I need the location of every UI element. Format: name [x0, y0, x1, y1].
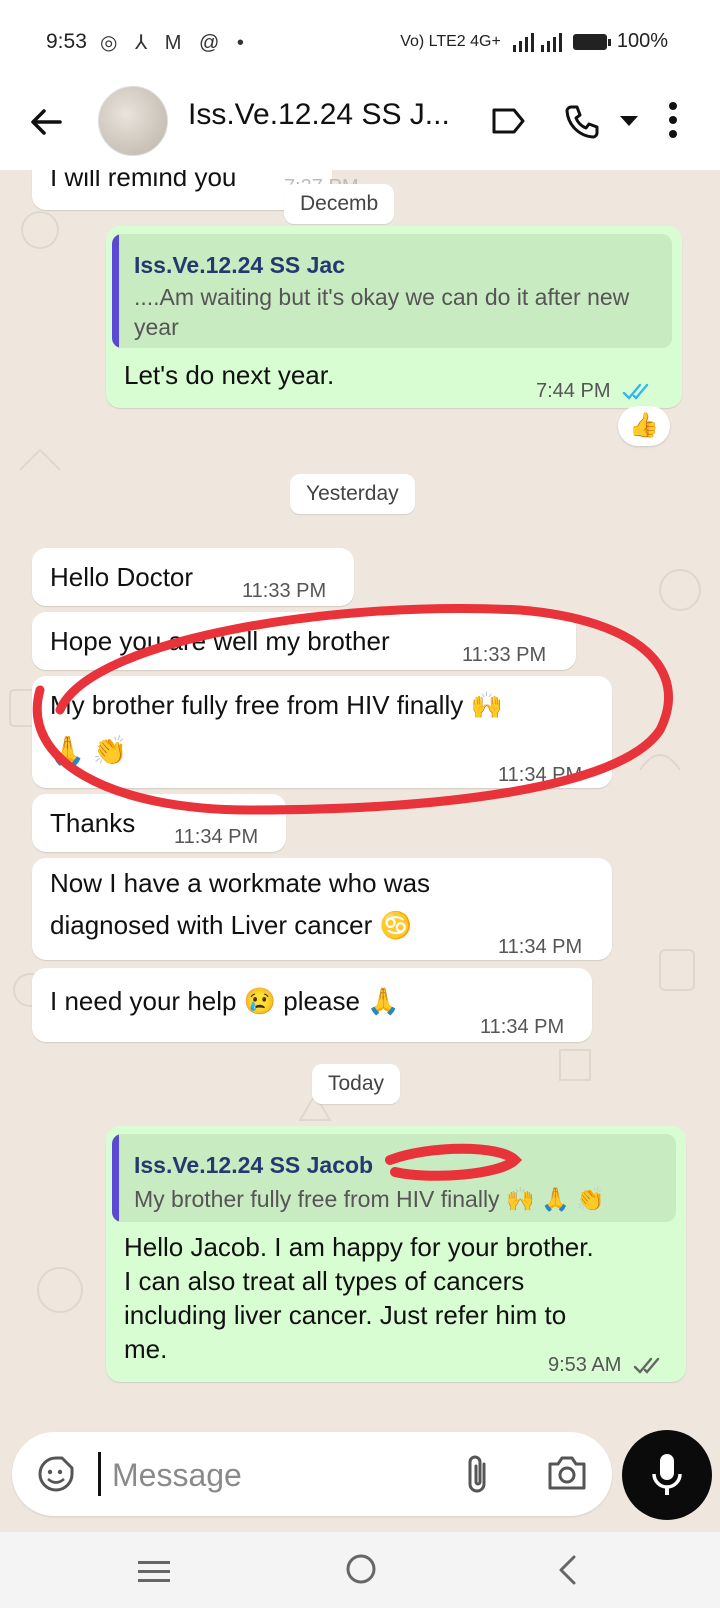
chat-header: Iss.Ve.12.24 SS J... [0, 80, 720, 170]
date-chip: Decemb [284, 184, 395, 224]
status-right: Vo) LTE2 4G+ 100% [400, 30, 668, 53]
message-incoming[interactable]: Now I have a workmate who was diagnosed … [32, 858, 612, 960]
message-text: I will remind you [50, 170, 237, 192]
date-chip-today: Today [312, 1064, 401, 1104]
message-text-line2: diagnosed with Liver cancer ♋ [50, 910, 412, 940]
mic-button[interactable] [622, 1430, 712, 1520]
nav-back-icon[interactable] [556, 1554, 580, 1586]
message-incoming[interactable]: Hope you are well my brother 11:33 PM [32, 612, 576, 670]
chevron-down-icon[interactable] [618, 114, 640, 128]
microphone-icon [652, 1454, 682, 1495]
message-text: I need your help 😢 please 🙏 [50, 986, 400, 1016]
message-text: Hope you are well my brother [50, 626, 390, 656]
message-text-line2: 🙏 👏 [50, 735, 128, 766]
read-receipt-icon [622, 383, 649, 400]
message-text: Let's do next year. [124, 360, 335, 390]
message-incoming[interactable]: My brother fully free from HIV finally 🙌… [32, 676, 612, 788]
paperclip-icon[interactable] [462, 1452, 494, 1496]
message-time: 11:34 PM [498, 764, 583, 786]
delivered-receipt-icon [633, 1357, 660, 1374]
quoted-sender: Iss.Ve.12.24 SS Jacob [134, 1152, 374, 1178]
quoted-text: ....Am waiting but it's okay we can do i… [134, 284, 630, 340]
message-text-line3: including liver cancer. Just refer him t… [124, 1300, 567, 1330]
quoted-sender: Iss.Ve.12.24 SS Jac [134, 252, 346, 278]
message-time: 7:44 PM [536, 374, 654, 408]
message-time: 11:34 PM [498, 936, 583, 958]
phone-icon[interactable] [562, 102, 602, 142]
quoted-message[interactable]: Iss.Ve.12.24 SS Jac ....Am waiting but i… [112, 234, 672, 348]
recent-apps-icon[interactable] [136, 1558, 172, 1586]
message-text: Now I have a workmate who was [50, 868, 431, 898]
signal-icon [512, 32, 562, 52]
status-bar: 9:53 ◎ ⅄ M @ • Vo) LTE2 4G+ 100% [0, 0, 720, 80]
message-time: 11:33 PM [242, 580, 327, 602]
message-incoming[interactable]: I need your help 😢 please 🙏 11:34 PM [32, 968, 592, 1042]
camera-icon[interactable] [546, 1454, 588, 1492]
message-text-line4: me. [124, 1334, 168, 1364]
quoted-text: My brother fully free from HIV finally 🙌… [134, 1186, 605, 1212]
reaction-badge[interactable]: 👍 [618, 406, 670, 446]
chat-title[interactable]: Iss.Ve.12.24 SS J... [188, 98, 458, 132]
message-time: 11:34 PM [480, 1016, 565, 1038]
message-text-line2: I can also treat all types of cancers [124, 1266, 525, 1296]
status-time: 9:53 [46, 30, 87, 53]
message-outgoing[interactable]: Iss.Ve.12.24 SS Jacob My brother fully f… [106, 1126, 686, 1382]
message-text: My brother fully free from HIV finally 🙌 [50, 690, 503, 720]
home-icon[interactable] [344, 1552, 378, 1586]
date-chip-yesterday: Yesterday [290, 474, 415, 514]
notification-icons: ◎ ⅄ M @ • [100, 32, 250, 54]
sticker-emoji-icon[interactable] [36, 1454, 76, 1494]
back-arrow-icon[interactable] [26, 102, 66, 142]
label-icon[interactable] [490, 104, 526, 138]
text-caret [98, 1452, 101, 1496]
message-incoming[interactable]: Hello Doctor 11:33 PM [32, 548, 354, 606]
message-time: 11:34 PM [174, 826, 259, 848]
message-time: 9:53 AM [548, 1348, 665, 1382]
quoted-message[interactable]: Iss.Ve.12.24 SS Jacob My brother fully f… [112, 1134, 676, 1222]
message-incoming[interactable]: Thanks 11:34 PM [32, 794, 286, 852]
more-options-icon[interactable] [668, 100, 678, 140]
network-indicator: Vo) LTE2 4G+ [400, 32, 501, 50]
message-text: Thanks [50, 808, 136, 838]
message-text: Hello Doctor [50, 562, 194, 592]
message-outgoing[interactable]: Iss.Ve.12.24 SS Jac ....Am waiting but i… [106, 226, 682, 408]
chat-area[interactable]: I will remind you 7:37 PM Decemb Iss.Ve.… [0, 170, 720, 1432]
contact-avatar[interactable] [98, 86, 168, 156]
battery-percent: 100% [616, 30, 668, 52]
battery-icon [572, 33, 611, 50]
message-input[interactable] [110, 1448, 434, 1502]
composer-bar [0, 1430, 720, 1532]
message-text: Hello Jacob. I am happy for your brother… [124, 1232, 594, 1262]
message-time: 11:33 PM [462, 644, 547, 666]
message-composer[interactable] [12, 1432, 612, 1516]
system-nav-bar [0, 1532, 720, 1608]
